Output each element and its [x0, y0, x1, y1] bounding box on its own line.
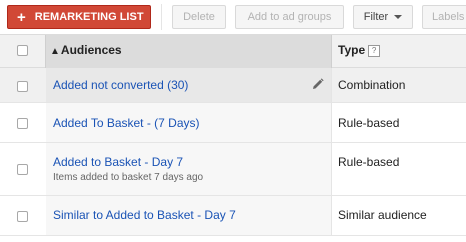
filter-label: Filter [363, 11, 389, 23]
row-checkbox[interactable] [17, 211, 28, 222]
audience-name-link[interactable]: Added to Basket - Day 7 [53, 155, 183, 169]
table-row[interactable]: Added not converted (30) Combination [0, 68, 466, 103]
table-row[interactable]: Added To Basket - (7 Days) Rule-based [0, 103, 466, 143]
audience-name-link[interactable]: Added not converted (30) [53, 78, 188, 92]
add-to-ad-groups-label: Add to ad groups [247, 11, 332, 23]
table-row[interactable]: Added to Basket - Day 7 Items added to b… [0, 143, 466, 196]
audience-type: Combination [338, 78, 406, 92]
delete-button[interactable]: Delete [172, 5, 226, 29]
row-checkbox[interactable] [17, 164, 28, 175]
audiences-column-header[interactable]: ▲Audiences [46, 35, 332, 68]
sort-up-icon: ▲ [50, 46, 60, 57]
audience-name-link[interactable]: Added To Basket - (7 Days) [53, 116, 200, 130]
audience-name-link[interactable]: Similar to Added to Basket - Day 7 [53, 208, 236, 222]
table-row[interactable]: Similar to Added to Basket - Day 7 Simil… [0, 196, 466, 236]
audience-type: Rule-based [338, 116, 400, 130]
audiences-header-text: Audiences [60, 43, 122, 57]
toolbar: + REMARKETING LIST Delete Add to ad grou… [0, 0, 466, 34]
delete-label: Delete [183, 11, 215, 23]
type-header-text: Type [338, 43, 366, 57]
add-to-ad-groups-button[interactable]: Add to ad groups [235, 5, 344, 29]
cell-divider [331, 68, 332, 102]
filter-button[interactable]: Filter [353, 5, 413, 29]
cell-divider [331, 143, 332, 195]
row-checkbox[interactable] [17, 118, 28, 129]
table-header: ▲Audiences Type? [0, 34, 466, 68]
add-remarketing-list-button[interactable]: + REMARKETING LIST [7, 5, 151, 29]
audience-type: Rule-based [338, 155, 400, 169]
audiences-header-label: ▲Audiences [50, 43, 122, 57]
toolbar-divider [161, 4, 162, 30]
pencil-icon[interactable] [312, 78, 324, 90]
caret-down-icon [394, 15, 403, 19]
row-checkbox[interactable] [17, 81, 28, 92]
type-column-header[interactable]: Type? [338, 43, 381, 57]
remarketing-list-label: REMARKETING LIST [34, 11, 144, 23]
select-all-checkbox[interactable] [17, 45, 28, 56]
sorted-cell-bg [46, 143, 332, 195]
header-divider [331, 35, 332, 68]
plus-icon: + [17, 8, 26, 26]
audience-description: Items added to basket 7 days ago [53, 172, 204, 183]
cell-divider [331, 196, 332, 235]
labels-button[interactable]: Labels [422, 5, 466, 29]
labels-label: Labels [432, 11, 465, 23]
cell-divider [331, 103, 332, 142]
audience-type: Similar audience [338, 208, 427, 222]
help-icon[interactable]: ? [368, 45, 381, 57]
